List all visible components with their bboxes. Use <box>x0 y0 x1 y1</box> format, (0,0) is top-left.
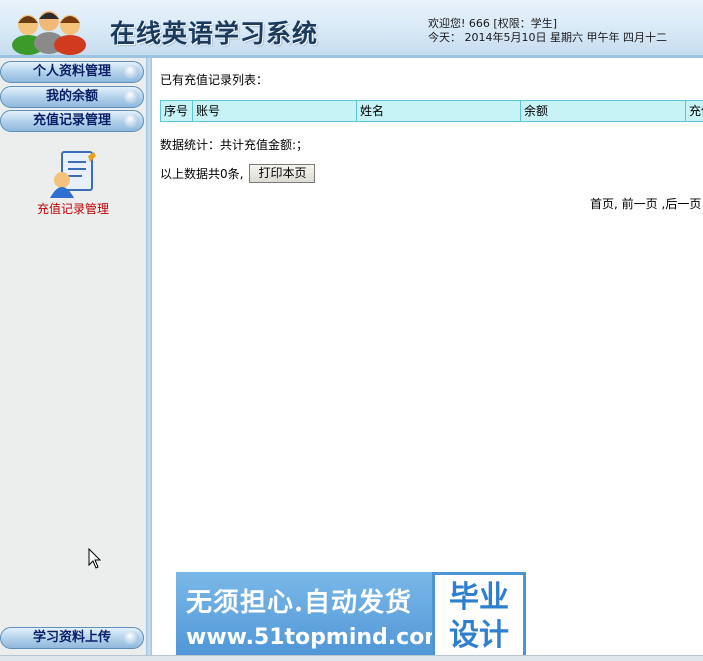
menu-label: 我的余额 <box>45 89 98 104</box>
menu-material-upload[interactable]: 学习资料上传 <box>0 627 144 649</box>
welcome-info: 欢迎您! 666 [权限：学生] 今天： 2014年5月10日 星期六 甲午年 … <box>428 17 667 45</box>
pager-first[interactable]: 首页, <box>590 197 618 211</box>
records-table-header: 序号 账号 姓名 余额 充值 <box>160 100 703 122</box>
menu-label: 个人资料管理 <box>32 64 111 79</box>
menu-knob-icon <box>124 90 139 104</box>
watermark-badge-top: 毕业 <box>449 580 509 615</box>
column-header: 余额 <box>521 101 686 121</box>
user-list-icon <box>50 151 96 198</box>
list-title: 已有充值记录列表： <box>160 73 269 87</box>
print-page-button[interactable]: 打印本页 <box>249 164 316 183</box>
sidebar <box>0 58 146 655</box>
users-logo-icon <box>12 11 86 55</box>
column-header: 账号 <box>193 101 357 121</box>
menu-profile-management[interactable]: 个人资料管理 <box>0 61 144 83</box>
sidebar-item-recharge-records[interactable]: 充值记录管理 <box>0 150 146 217</box>
menu-label: 充值记录管理 <box>32 113 111 128</box>
watermark-banner: 无须担心.自动发货 www.51topmind.com 毕业 设计 <box>176 572 526 659</box>
watermark-line1: 无须担心.自动发货 <box>186 588 413 618</box>
menu-my-balance[interactable]: 我的余额 <box>0 86 144 108</box>
menu-knob-icon <box>124 65 139 79</box>
system-title: 在线英语学习系统 <box>110 19 319 48</box>
menu-knob-icon <box>124 114 139 128</box>
sub-item-label: 充值记录管理 <box>36 202 109 216</box>
pager-prev[interactable]: 前一页 <box>622 197 658 211</box>
total-line: 以上数据共0条, 打印本页 <box>160 164 316 183</box>
watermark-line2: www.51topmind.com <box>186 625 448 650</box>
main-content: 已有充值记录列表： 序号 账号 姓名 余额 充值 数据统计：共计充值金额:； 以… <box>152 58 703 655</box>
column-header: 姓名 <box>357 101 521 121</box>
status-bar <box>0 655 703 661</box>
mouse-cursor-icon <box>88 548 102 569</box>
watermark-badge: 毕业 设计 <box>432 572 526 659</box>
menu-label: 学习资料上传 <box>32 630 111 645</box>
watermark-badge-bottom: 设计 <box>449 618 509 653</box>
column-header: 序号 <box>161 101 193 121</box>
total-count: 以上数据共0条, <box>160 167 244 181</box>
welcome-line: 欢迎您! 666 [权限：学生] <box>428 17 557 30</box>
menu-knob-icon <box>124 631 139 645</box>
column-header: 充值 <box>689 104 703 118</box>
stats-text: 数据统计：共计充值金额:； <box>160 138 309 152</box>
menu-recharge-records[interactable]: 充值记录管理 <box>0 110 144 132</box>
pagination: 首页, 前一页 ,后一页 <box>590 195 701 212</box>
header-banner: 在线英语学习系统 欢迎您! 666 [权限：学生] 今天： 2014年5月10日… <box>0 0 703 58</box>
pager-next[interactable]: ,后一页 <box>662 197 702 211</box>
date-line: 今天： 2014年5月10日 星期六 甲午年 四月十二 <box>428 31 667 44</box>
watermark-text: 无须担心.自动发货 www.51topmind.com <box>176 572 448 659</box>
